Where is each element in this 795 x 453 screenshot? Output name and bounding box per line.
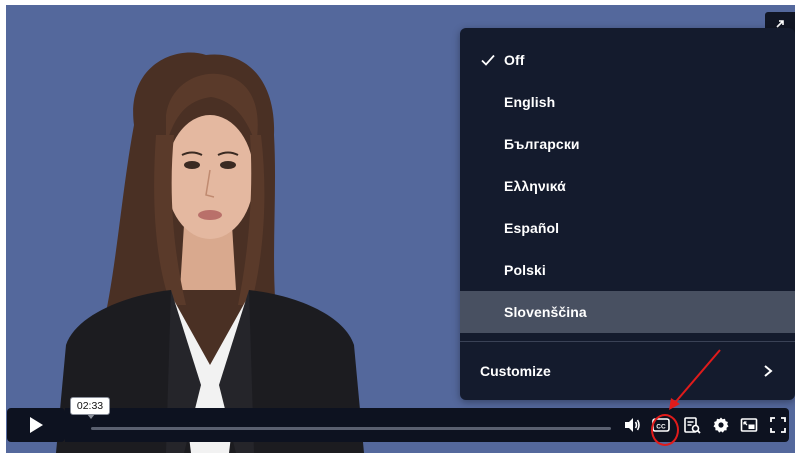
progress-bar[interactable] <box>91 427 611 430</box>
play-icon <box>30 417 43 433</box>
time-tooltip-tail <box>87 414 95 419</box>
caption-option-label: Slovenščina <box>504 304 587 320</box>
caption-option-label: Polski <box>504 262 546 278</box>
annotation-circle <box>651 414 679 446</box>
caption-option-english[interactable]: English <box>460 81 795 123</box>
chevron-right-icon <box>764 365 773 377</box>
control-bar-background <box>65 408 789 442</box>
fullscreen-icon[interactable] <box>769 416 787 434</box>
caption-option-slovenian[interactable]: Slovenščina <box>460 291 795 333</box>
caption-option-label: Български <box>504 136 580 152</box>
caption-option-bulgarian[interactable]: Български <box>460 123 795 165</box>
play-button[interactable] <box>7 408 65 442</box>
caption-option-label: Español <box>504 220 560 236</box>
menu-divider <box>460 341 795 342</box>
customize-captions-button[interactable]: Customize <box>460 350 795 392</box>
checkmark-icon <box>481 54 495 66</box>
time-tooltip: 02:33 <box>70 397 110 415</box>
volume-icon[interactable] <box>623 416 641 434</box>
customize-label: Customize <box>480 363 551 379</box>
video-player[interactable]: Off English Български Ελληνικά Español P… <box>6 5 795 453</box>
captions-menu: Off English Български Ελληνικά Español P… <box>460 28 795 400</box>
caption-option-spanish[interactable]: Español <box>460 207 795 249</box>
caption-option-greek[interactable]: Ελληνικά <box>460 165 795 207</box>
transcript-icon[interactable] <box>683 416 701 434</box>
caption-option-polish[interactable]: Polski <box>460 249 795 291</box>
caption-option-label: Off <box>504 52 525 68</box>
caption-option-label: English <box>504 94 556 110</box>
caption-option-label: Ελληνικά <box>504 178 566 194</box>
settings-gear-icon[interactable] <box>712 416 730 434</box>
caption-option-off[interactable]: Off <box>460 39 795 81</box>
picture-in-picture-icon[interactable] <box>740 416 758 434</box>
